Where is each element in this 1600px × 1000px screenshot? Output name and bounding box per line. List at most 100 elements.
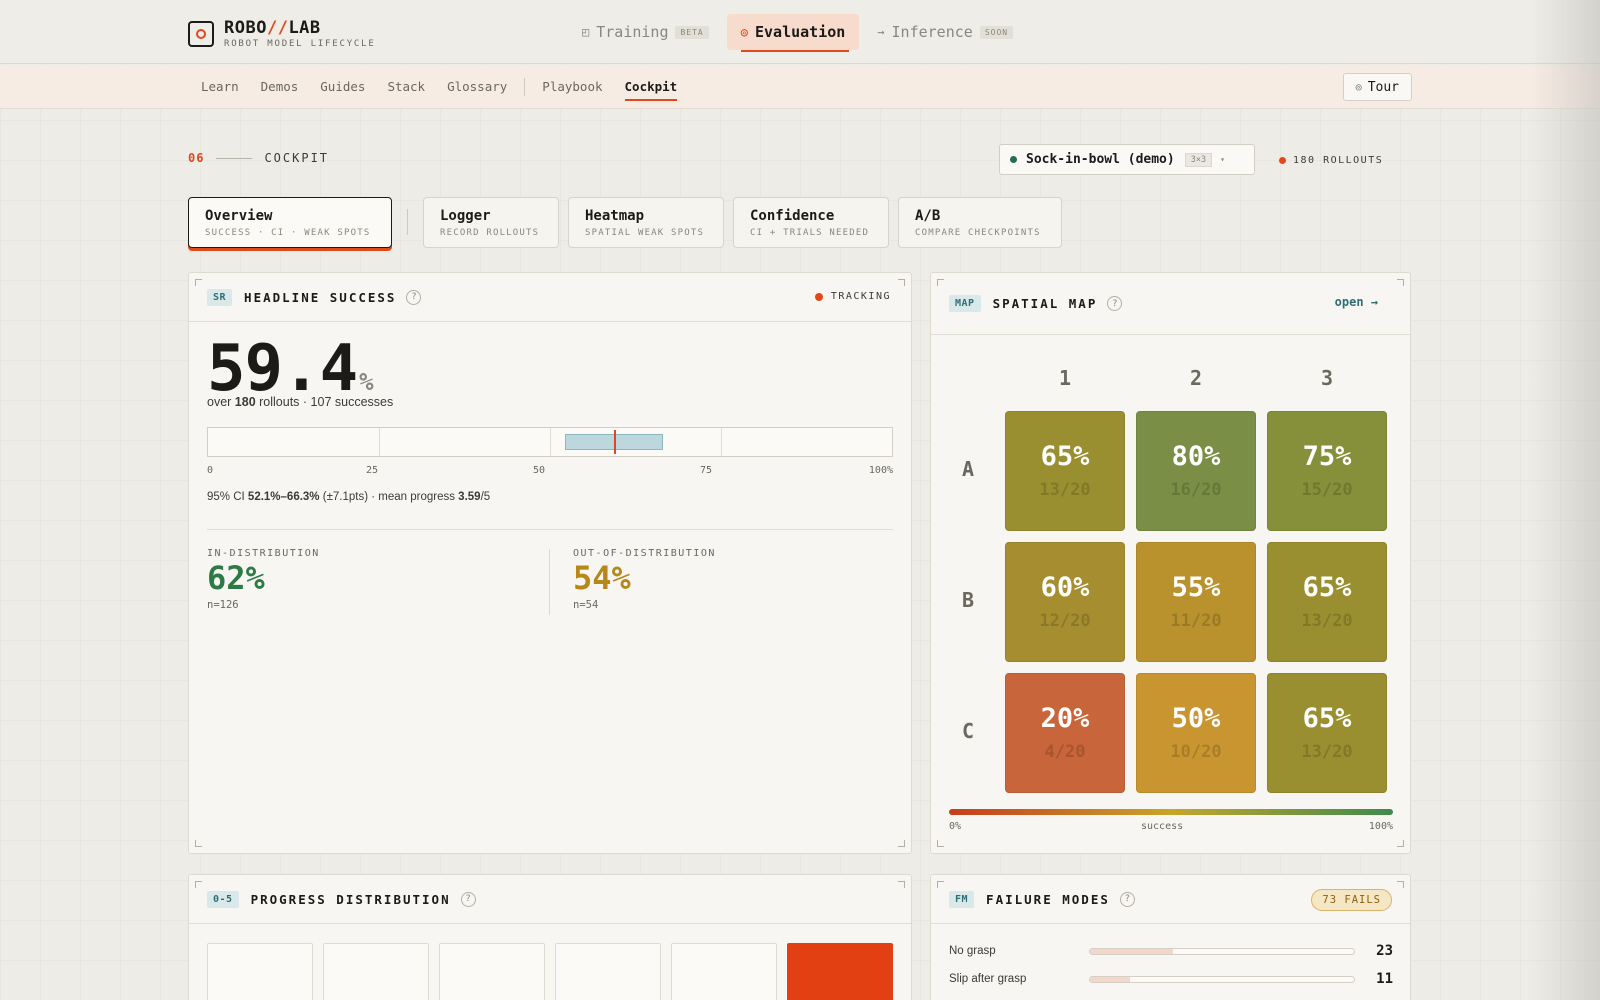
heatmap-cell[interactable]: 65% 13/20 xyxy=(1005,411,1125,531)
heatmap-cell[interactable]: 50% 10/20 xyxy=(1136,673,1256,793)
subnav-item-guides[interactable]: Guides xyxy=(309,65,376,109)
mode-tabs: Overview SUCCESS · CI · WEAK SPOTS Logge… xyxy=(188,197,1062,248)
task-name: Sock-in-bowl (demo) xyxy=(1026,152,1175,167)
sr-badge: SR xyxy=(207,288,233,306)
heatmap-cell[interactable]: 65% 13/20 xyxy=(1267,542,1387,662)
app-logo[interactable]: ROBO//LAB ROBOT MODEL LIFECYCLE xyxy=(188,18,376,49)
progress-bin xyxy=(671,943,777,1000)
top-bar: ROBO//LAB ROBOT MODEL LIFECYCLE ◰ Traini… xyxy=(0,0,1600,64)
row-label: C xyxy=(961,719,975,743)
column-label: 1 xyxy=(1058,366,1072,390)
success-rate: 59.4% xyxy=(207,332,374,406)
task-status-dot xyxy=(1010,156,1017,163)
target-icon: ◎ xyxy=(740,25,748,39)
ci-gridline xyxy=(379,428,380,456)
subnav-item-playbook[interactable]: Playbook xyxy=(531,65,613,109)
heatmap-cell[interactable]: 80% 16/20 xyxy=(1136,411,1256,531)
failure-modes-panel: FM FAILURE MODES ? 73 FAILS No grasp 23 … xyxy=(930,874,1411,1000)
heatmap-cell[interactable]: 55% 11/20 xyxy=(1136,542,1256,662)
open-heatmap-link[interactable]: open → xyxy=(1335,295,1378,309)
spatial-map-panel: MAP SPATIAL MAP ? open → 1 2 3 A B C 65%… xyxy=(930,272,1411,854)
ci-tick-label: 100% xyxy=(868,465,893,476)
rollouts-summary: over 180 rollouts · 107 successes xyxy=(207,395,394,409)
section-rule xyxy=(216,157,253,159)
panel-title: FAILURE MODES xyxy=(986,891,1110,907)
fails-count-badge: 73 FAILS xyxy=(1311,889,1392,911)
heatmap-cell[interactable]: 65% 13/20 xyxy=(1267,673,1387,793)
failure-mode-bar xyxy=(1089,975,1355,983)
subnav-divider xyxy=(524,78,526,96)
ci-axis: 0 25 50 75 100% xyxy=(207,465,893,479)
tab-logger[interactable]: Logger RECORD ROLLOUTS xyxy=(423,197,559,248)
soon-badge: SOON xyxy=(979,25,1014,39)
ci-summary: 95% CI 52.1%–66.3% (±7.1pts) · mean prog… xyxy=(207,491,491,503)
square-icon: ◰ xyxy=(582,25,590,39)
progress-bin xyxy=(439,943,545,1000)
progress-bin xyxy=(323,943,429,1000)
ci-tick-label: 50 xyxy=(533,465,546,476)
tracking-dot xyxy=(814,292,823,301)
stage-tab-evaluation[interactable]: ◎ Evaluation xyxy=(726,14,860,52)
subnav-item-cockpit[interactable]: Cockpit xyxy=(614,65,689,109)
app-title: ROBO//LAB xyxy=(224,18,321,38)
app-subtitle: ROBOT MODEL LIFECYCLE xyxy=(224,39,376,49)
tab-confidence[interactable]: Confidence CI + TRIALS NEEDED xyxy=(733,197,889,248)
subnav-item-demos[interactable]: Demos xyxy=(250,65,310,109)
progress-bin xyxy=(207,943,313,1000)
arrow-right-icon: → xyxy=(877,25,885,39)
heatmap-cell[interactable]: 75% 15/20 xyxy=(1267,411,1387,531)
ci-gridline xyxy=(721,428,722,456)
ci-tick-label: 25 xyxy=(366,465,379,476)
section-number: 06 xyxy=(188,151,205,165)
mode-tabs-divider xyxy=(407,209,408,235)
screen-edge-shadow xyxy=(1530,0,1600,1000)
row-label: A xyxy=(961,457,975,481)
tab-heatmap[interactable]: Heatmap SPATIAL WEAK SPOTS xyxy=(568,197,724,248)
failure-mode-row[interactable]: Slip after grasp 11 xyxy=(949,969,1393,989)
divider xyxy=(207,529,893,530)
subnav-item-stack[interactable]: Stack xyxy=(376,65,436,109)
heatmap-cell[interactable]: 60% 12/20 xyxy=(1005,542,1125,662)
section-header: 06 COCKPIT xyxy=(188,151,329,165)
rollouts-counter: 180 ROLLOUTS xyxy=(1279,155,1383,166)
help-icon[interactable]: ? xyxy=(1119,891,1135,907)
beta-badge: BETA xyxy=(675,25,709,39)
ci-tick-label: 0 xyxy=(207,465,214,476)
task-select[interactable]: Sock-in-bowl (demo) 3×3 ▾ xyxy=(999,144,1255,175)
ci-tick-label: 75 xyxy=(700,465,713,476)
compass-icon: ◎ xyxy=(1355,81,1362,93)
headline-success-panel: SR HEADLINE SUCCESS ? TRACKING 59.4% ove… xyxy=(188,272,912,854)
confidence-interval-bar xyxy=(207,427,893,457)
progress-bin xyxy=(787,943,893,1000)
failure-mode-bar xyxy=(1089,947,1355,955)
progress-distribution-panel: 0-5 PROGRESS DISTRIBUTION ? xyxy=(188,874,912,1000)
failure-mode-row[interactable]: No grasp 23 xyxy=(949,941,1393,961)
out-of-distribution-stat: OUT-OF-DISTRIBUTION 54% n=54 xyxy=(573,548,716,611)
stage-tab-inference[interactable]: → Inference SOON xyxy=(863,14,1027,50)
logo-mark-icon xyxy=(188,20,214,47)
sub-nav: Learn Demos Guides Stack Glossary Playbo… xyxy=(0,65,1600,109)
range-badge: 0-5 xyxy=(207,890,239,908)
tour-button[interactable]: ◎ Tour xyxy=(1342,73,1412,101)
help-icon[interactable]: ? xyxy=(1107,296,1123,311)
subnav-item-glossary[interactable]: Glossary xyxy=(436,65,518,109)
help-icon[interactable]: ? xyxy=(406,289,422,305)
help-icon[interactable]: ? xyxy=(460,891,476,907)
stage-nav: ◰ Training BETA ◎ Evaluation → Inference… xyxy=(568,14,1027,52)
stage-tab-training[interactable]: ◰ Training BETA xyxy=(568,14,723,50)
ci-gridline xyxy=(550,428,551,456)
chevron-down-icon: ▾ xyxy=(1220,155,1225,164)
success-color-scale xyxy=(949,809,1393,815)
rollouts-dot xyxy=(1279,157,1286,164)
tab-overview[interactable]: Overview SUCCESS · CI · WEAK SPOTS xyxy=(188,197,392,248)
progress-bin xyxy=(555,943,661,1000)
tracking-status: TRACKING xyxy=(814,291,891,302)
tab-ab[interactable]: A/B COMPARE CHECKPOINTS xyxy=(898,197,1062,248)
heatmap-cell[interactable]: 20% 4/20 xyxy=(1005,673,1125,793)
grid-size-badge: 3×3 xyxy=(1184,152,1213,167)
fm-badge: FM xyxy=(949,890,975,908)
panel-title: PROGRESS DISTRIBUTION xyxy=(250,891,451,907)
in-distribution-stat: IN-DISTRIBUTION 62% n=126 xyxy=(207,548,320,611)
column-label: 2 xyxy=(1189,366,1203,390)
subnav-item-learn[interactable]: Learn xyxy=(190,65,250,109)
